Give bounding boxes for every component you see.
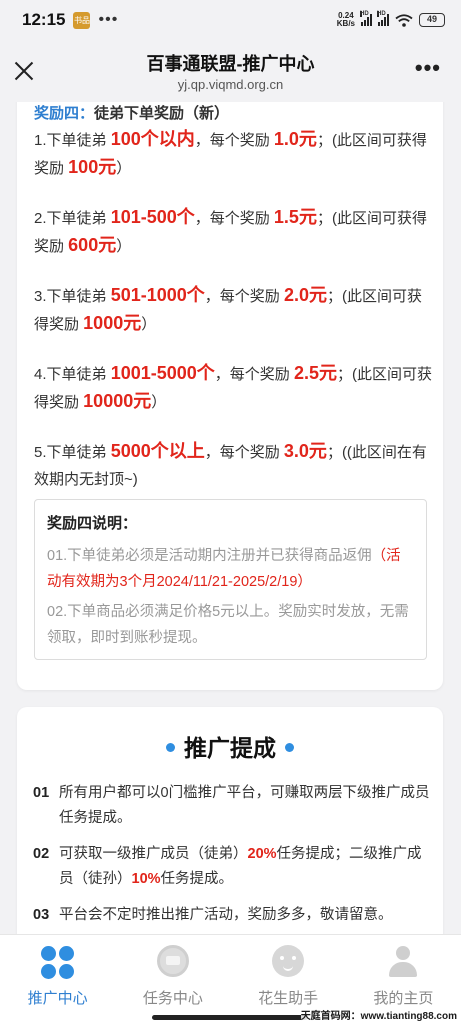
promotion-rule-list: 01 所有用户都可以0门槛推广平台，可赚取两层下级推广成员任务提成。 02 可获… [33,781,433,934]
tab-label: 任务中心 [142,990,203,1007]
tab-label: 推广中心 [27,990,88,1007]
note-item: 01.下单徒弟必须是活动期内注册并已获得商品返佣（活动有效期为3个月2024/1… [47,548,401,590]
notes-title: 奖励四说明： [47,515,138,532]
helper-icon [271,945,305,979]
signal-icon-2: HD [377,11,389,26]
watermark: 天庭首码网：www.tianting88.com [300,1007,457,1022]
user-icon [386,945,420,979]
status-bar: 12:15 书品 ••• 0.24 KB/s HD HD 49 [0,0,461,40]
promotion-rule: 02 可获取一级推广成员（徒弟）20%任务提成；二级推广成员（徒孙）10%任务提… [33,846,422,887]
reward-tier-list: 1.下单徒弟 100个以内，每个奖励 1.0元；(此区间可获得奖励 100元） … [34,126,434,515]
tab-label: 我的主页 [373,990,434,1007]
promotion-rule: 03 平台会不定时推出推广活动，奖励多多，敬请留意。 [33,907,393,923]
reward-tier: 1.下单徒弟 100个以内，每个奖励 1.0元；(此区间可获得奖励 100元） [34,129,427,177]
tab-helper[interactable]: 花生助手 [231,935,346,1012]
grid-icon [41,945,75,979]
promotion-card: 推广提成 01 所有用户都可以0门槛推广平台，可赚取两层下级推广成员任务提成。 … [17,707,443,934]
clock: 12:15 [22,10,66,29]
task-icon [156,945,190,979]
status-icons: 0.24 KB/s HD HD 49 [336,11,445,28]
reward-tier: 4.下单徒弟 1001-5000个，每个奖励 2.5元；(此区间可获得奖励 10… [34,363,432,411]
home-indicator-pill[interactable] [152,1015,308,1020]
page-url: yj.qp.viqmd.org.cn [177,77,284,92]
app-notification-icon: 书品 [73,11,91,29]
more-menu-button[interactable]: ••• [415,57,441,79]
note-item: 02.下单商品必须满足价格5元以上。奖励实时发放，无需领取，即时到账秒提现。 [47,604,409,646]
bullet-dot-icon [166,743,175,753]
reward-tier: 3.下单徒弟 501-1000个，每个奖励 2.0元；(此区间可获得奖励 100… [34,285,422,333]
reward-tier: 2.下单徒弟 101-500个，每个奖励 1.5元；(此区间可获得奖励 600元… [34,207,427,255]
tab-task-center[interactable]: 任务中心 [115,935,230,1012]
more-notifications-icon: ••• [98,11,119,28]
signal-icon: HD [360,11,372,26]
tab-label: 花生助手 [258,990,319,1007]
reward-tier: 5.下单徒弟 5000个以上，每个奖励 3.0元；((此区间在有效期内无封顶~) [34,441,427,488]
network-speed: 0.24 KB/s [336,11,355,28]
reward-card: 奖励四：徒弟下单奖励（新） 1.下单徒弟 100个以内，每个奖励 1.0元；(此… [17,102,443,690]
page-title: 百事通联盟-推广中心 [146,54,315,74]
reward-heading: 奖励四：徒弟下单奖励（新） [34,105,230,122]
bottom-tab-bar: 推广中心 任务中心 花生助手 我的主页 [0,934,461,1012]
reward-notes-box: 奖励四说明： 01.下单徒弟必须是活动期内注册并已获得商品返佣（活动有效期为3个… [34,499,427,660]
browser-titlebar: 百事通联盟-推广中心 yj.qp.viqmd.org.cn ••• [0,40,461,102]
section-title: 推广提成 [17,729,443,763]
main-content[interactable]: 奖励四：徒弟下单奖励（新） 1.下单徒弟 100个以内，每个奖励 1.0元；(此… [0,102,461,934]
tab-my-home[interactable]: 我的主页 [346,935,461,1012]
wifi-icon [395,13,413,27]
bullet-dot-icon [285,743,294,753]
battery-icon: 49 [419,13,445,27]
promotion-rule: 01 所有用户都可以0门槛推广平台，可赚取两层下级推广成员任务提成。 [33,785,430,826]
tab-promotion-center[interactable]: 推广中心 [0,935,115,1012]
